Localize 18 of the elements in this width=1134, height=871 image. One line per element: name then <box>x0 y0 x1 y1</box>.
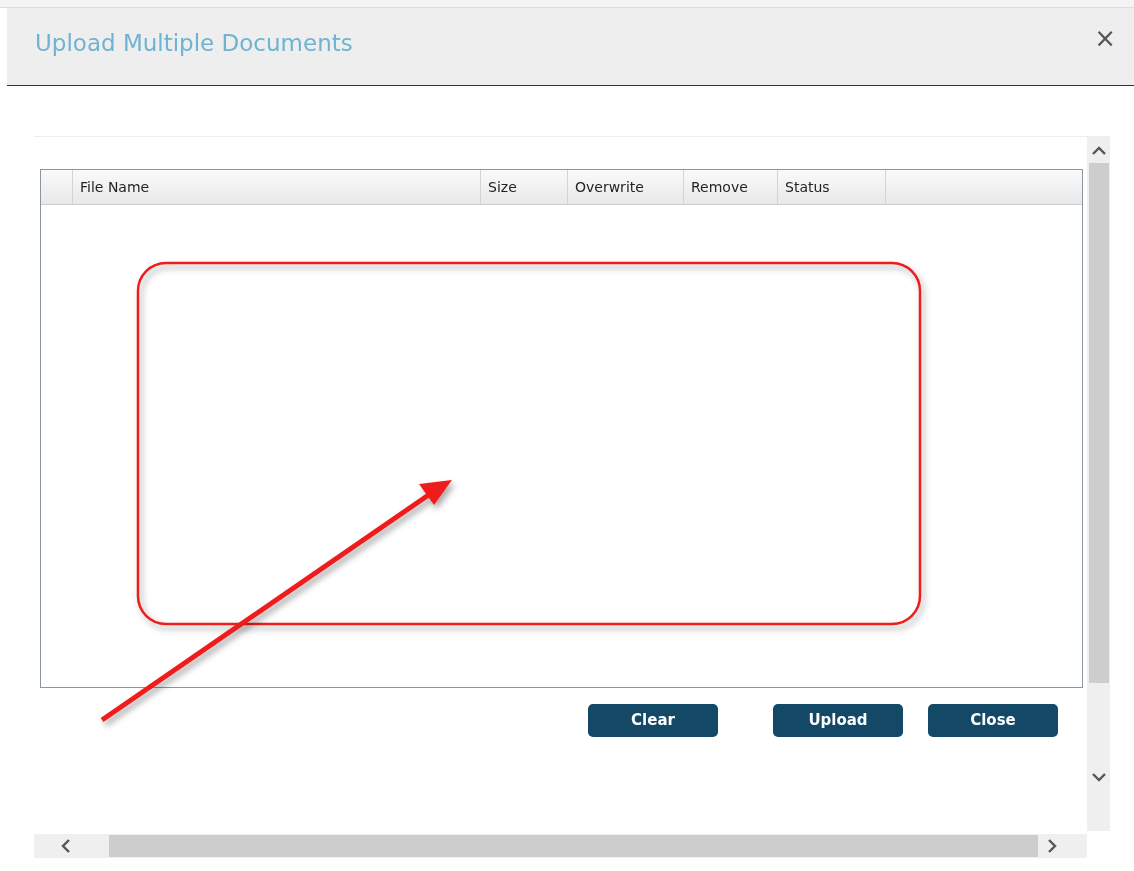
clear-button[interactable]: Clear <box>588 704 718 737</box>
close-button[interactable]: Close <box>928 704 1058 737</box>
upload-button[interactable]: Upload <box>773 704 903 737</box>
scroll-thumb[interactable] <box>1088 163 1109 683</box>
scroll-left-icon[interactable] <box>60 838 72 854</box>
scroll-up-icon[interactable] <box>1090 145 1107 157</box>
column-header: Overwrite <box>568 170 684 204</box>
column-header: Size <box>481 170 568 204</box>
horizontal-scrollbar[interactable] <box>34 834 1087 858</box>
scroll-thumb[interactable] <box>109 835 1038 857</box>
scroll-right-icon[interactable] <box>1046 838 1058 854</box>
column-header: Status <box>778 170 886 204</box>
column-header: Remove <box>684 170 778 204</box>
close-button[interactable]: × <box>1090 24 1120 51</box>
scroll-down-icon[interactable] <box>1090 771 1107 783</box>
vertical-scrollbar[interactable] <box>1087 137 1110 831</box>
column-header: File Name <box>73 170 481 204</box>
dialog-title: Upload Multiple Documents <box>35 29 353 59</box>
